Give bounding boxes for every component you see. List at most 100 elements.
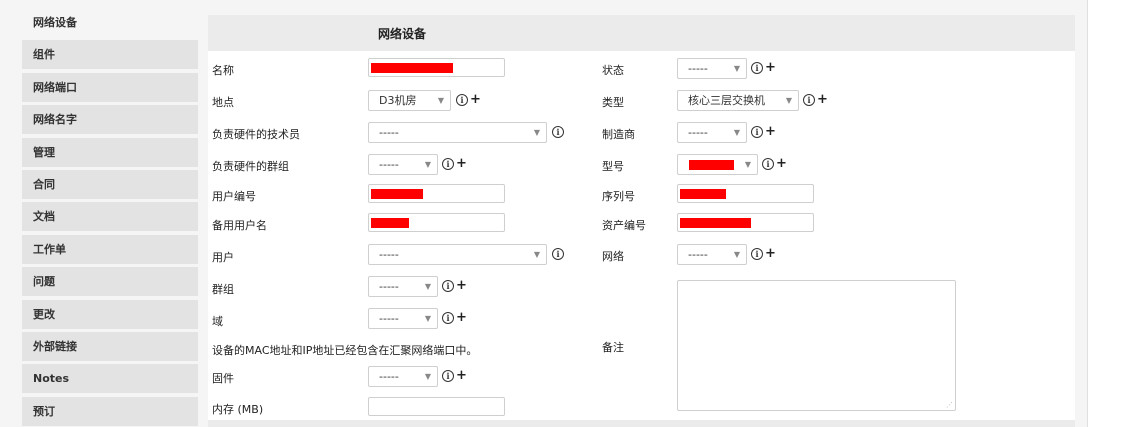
sidebar-item-reservations[interactable]: 预订 <box>22 396 198 426</box>
sidebar-item-tickets[interactable]: 工作单 <box>22 234 198 264</box>
status-value: ----- <box>688 62 708 75</box>
sidebar-item-documents[interactable]: 文档 <box>22 202 198 232</box>
domain-select[interactable]: ----- ▼ <box>368 308 438 329</box>
info-icon[interactable]: i <box>442 158 454 170</box>
plus-icon[interactable]: + <box>776 157 787 170</box>
tech-group-label: 负责硬件的群组 <box>212 160 289 173</box>
memory-input[interactable] <box>368 397 505 416</box>
redacted-text <box>371 63 453 73</box>
asset-input[interactable] <box>677 213 814 232</box>
memory-label: 内存 (MB) <box>212 403 264 416</box>
info-icon[interactable]: i <box>751 62 763 74</box>
model-label: 型号 <box>602 160 624 173</box>
sidebar-item-changes[interactable]: 更改 <box>22 299 198 329</box>
chevron-down-icon: ▼ <box>533 250 540 259</box>
network-value: ----- <box>688 248 708 261</box>
alt-username-label: 备用用户名 <box>212 219 267 232</box>
chevron-down-icon: ▼ <box>424 314 431 323</box>
chevron-down-icon: ▼ <box>424 160 431 169</box>
sidebar-item-components[interactable]: 组件 <box>22 40 198 70</box>
user-select[interactable]: ----- ▼ <box>368 244 547 265</box>
sidebar-tabs: 网络设备 组件 网络端口 网络名字 管理 合同 文档 工作单 问题 更改 外部链… <box>22 8 198 427</box>
info-icon[interactable]: i <box>442 280 454 292</box>
domain-value: ----- <box>379 312 399 325</box>
tech-label: 负责硬件的技术员 <box>212 128 300 141</box>
domain-label: 域 <box>212 315 223 328</box>
page-right-margin <box>1087 0 1142 427</box>
status-select[interactable]: ----- ▼ <box>677 58 747 79</box>
model-select[interactable]: ▼ <box>677 154 758 175</box>
user-number-input[interactable] <box>368 184 505 203</box>
plus-icon[interactable]: + <box>765 247 776 260</box>
firmware-select[interactable]: ----- ▼ <box>368 366 438 387</box>
tech-group-select[interactable]: ----- ▼ <box>368 154 438 175</box>
plus-icon[interactable]: + <box>456 157 467 170</box>
location-label: 地点 <box>212 96 234 109</box>
redacted-text <box>371 189 423 199</box>
alt-username-input[interactable] <box>368 213 505 232</box>
group-value: ----- <box>379 280 399 293</box>
redacted-text <box>680 189 726 199</box>
plus-icon[interactable]: + <box>456 279 467 292</box>
sidebar-item-network-ports[interactable]: 网络端口 <box>22 72 198 102</box>
plus-icon[interactable]: + <box>765 125 776 138</box>
form-header: 网络设备 <box>208 15 1075 51</box>
plus-icon[interactable]: + <box>456 311 467 324</box>
form-footer <box>208 420 1075 427</box>
serial-input[interactable] <box>677 184 814 203</box>
sidebar-item-external-links[interactable]: 外部链接 <box>22 331 198 361</box>
info-icon[interactable]: i <box>751 248 763 260</box>
tech-group-value: ----- <box>379 158 399 171</box>
group-select[interactable]: ----- ▼ <box>368 276 438 297</box>
comments-textarea[interactable]: ⋰ <box>677 280 956 411</box>
info-icon[interactable]: i <box>751 126 763 138</box>
info-icon[interactable]: i <box>442 370 454 382</box>
asset-label: 资产编号 <box>602 219 646 232</box>
info-icon[interactable]: i <box>442 312 454 324</box>
location-select[interactable]: D3机房 ▼ <box>368 90 451 111</box>
plus-icon[interactable]: + <box>456 369 467 382</box>
plus-icon[interactable]: + <box>817 93 828 106</box>
chevron-down-icon: ▼ <box>424 372 431 381</box>
chevron-down-icon: ▼ <box>785 96 792 105</box>
info-icon[interactable]: i <box>456 94 468 106</box>
form-title: 网络设备 <box>378 27 427 41</box>
chevron-down-icon: ▼ <box>437 96 444 105</box>
name-input[interactable] <box>368 58 505 77</box>
status-label: 状态 <box>602 64 624 77</box>
sidebar-item-problems[interactable]: 问题 <box>22 267 198 297</box>
sidebar-item-network-device[interactable]: 网络设备 <box>22 8 198 37</box>
network-select[interactable]: ----- ▼ <box>677 244 747 265</box>
info-icon[interactable]: i <box>803 94 815 106</box>
redacted-text <box>680 218 751 228</box>
manufacturer-label: 制造商 <box>602 128 635 141</box>
info-icon[interactable]: i <box>552 126 564 138</box>
sidebar-item-management[interactable]: 管理 <box>22 137 198 167</box>
chevron-down-icon: ▼ <box>744 160 751 169</box>
chevron-down-icon: ▼ <box>533 128 540 137</box>
mac-ip-note: 设备的MAC地址和IP地址已经包含在汇聚网络端口中。 <box>212 344 478 357</box>
user-number-label: 用户编号 <box>212 190 256 203</box>
firmware-value: ----- <box>379 370 399 383</box>
sidebar-item-notes[interactable]: Notes <box>22 364 198 394</box>
name-label: 名称 <box>212 64 234 77</box>
chevron-down-icon: ▼ <box>424 282 431 291</box>
network-device-form: 网络设备 名称 地点 D3机房 ▼ i + 负责硬件的技术员 ----- ▼ i… <box>208 15 1075 427</box>
plus-icon[interactable]: + <box>765 61 776 74</box>
sidebar-item-network-names[interactable]: 网络名字 <box>22 105 198 135</box>
type-select[interactable]: 核心三层交换机 ▼ <box>677 90 799 111</box>
group-label: 群组 <box>212 283 234 296</box>
type-value: 核心三层交换机 <box>688 94 765 107</box>
tech-select[interactable]: ----- ▼ <box>368 122 547 143</box>
manufacturer-select[interactable]: ----- ▼ <box>677 122 747 143</box>
info-icon[interactable]: i <box>762 158 774 170</box>
plus-icon[interactable]: + <box>470 93 481 106</box>
serial-label: 序列号 <box>602 190 635 203</box>
sidebar-item-contracts[interactable]: 合同 <box>22 169 198 199</box>
user-value: ----- <box>379 248 399 261</box>
resize-grip-icon[interactable]: ⋰ <box>946 401 953 409</box>
chevron-down-icon: ▼ <box>733 250 740 259</box>
redacted-text <box>371 218 409 228</box>
location-value: D3机房 <box>379 94 417 107</box>
info-icon[interactable]: i <box>552 248 564 260</box>
